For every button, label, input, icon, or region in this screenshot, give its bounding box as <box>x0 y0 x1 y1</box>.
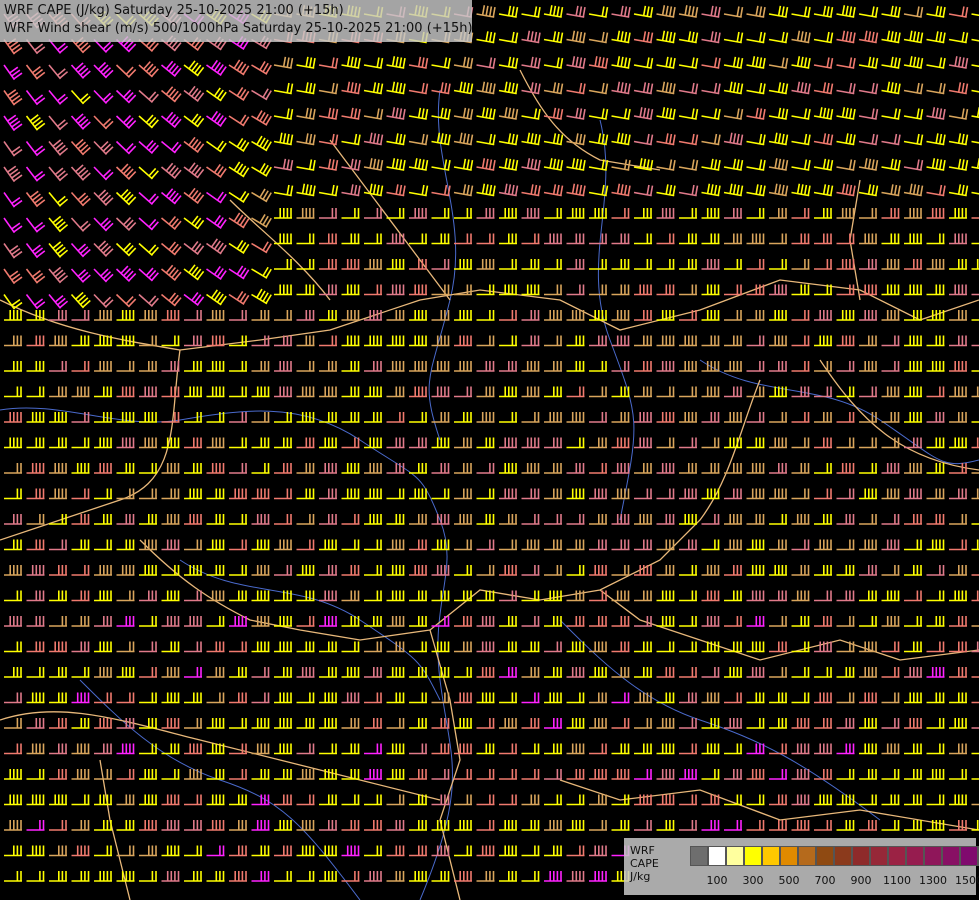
legend-tick-labels: 100 300 500 700 900 1100 1300 1500 <box>624 874 979 888</box>
wind-shear-map <box>0 0 979 900</box>
cape-legend: WRF CAPE J/kg 100 300 500 700 900 1100 1300 150… <box>624 838 979 895</box>
legend-tick: 100 <box>706 874 728 887</box>
legend-label-variable: CAPE <box>630 857 659 870</box>
legend-swatch <box>834 846 852 866</box>
legend-tick: 1500 <box>955 874 979 887</box>
cape-title: WRF CAPE (J/kg) Saturday 25-10-2025 21:0… <box>4 3 344 18</box>
map-viewer: WRF CAPE (J/kg) Saturday 25-10-2025 21:0… <box>0 0 979 900</box>
legend-swatch <box>906 846 924 866</box>
legend-tick: 300 <box>742 874 764 887</box>
legend-swatch <box>744 846 762 866</box>
legend-swatch <box>762 846 780 866</box>
legend-swatch <box>888 846 906 866</box>
legend-tick: 500 <box>778 874 800 887</box>
legend-swatch <box>852 846 870 866</box>
legend-swatch <box>816 846 834 866</box>
legend-swatch <box>690 846 708 866</box>
legend-swatch <box>798 846 816 866</box>
legend-tick: 1100 <box>883 874 911 887</box>
legend-swatch <box>942 846 960 866</box>
legend-swatch <box>726 846 744 866</box>
map-title-box: WRF CAPE (J/kg) Saturday 25-10-2025 21:0… <box>0 0 473 42</box>
legend-tick: 700 <box>814 874 836 887</box>
legend-swatch <box>708 846 726 866</box>
legend-swatch <box>870 846 888 866</box>
legend-color-scale <box>690 846 979 866</box>
legend-label-model: WRF <box>630 844 655 857</box>
legend-tick: 1300 <box>919 874 947 887</box>
shear-title: WRF Wind shear (m/s) 500/1000hPa Saturda… <box>4 21 473 36</box>
legend-swatch <box>780 846 798 866</box>
legend-swatch <box>960 846 978 866</box>
legend-swatch <box>924 846 942 866</box>
legend-tick: 900 <box>850 874 872 887</box>
